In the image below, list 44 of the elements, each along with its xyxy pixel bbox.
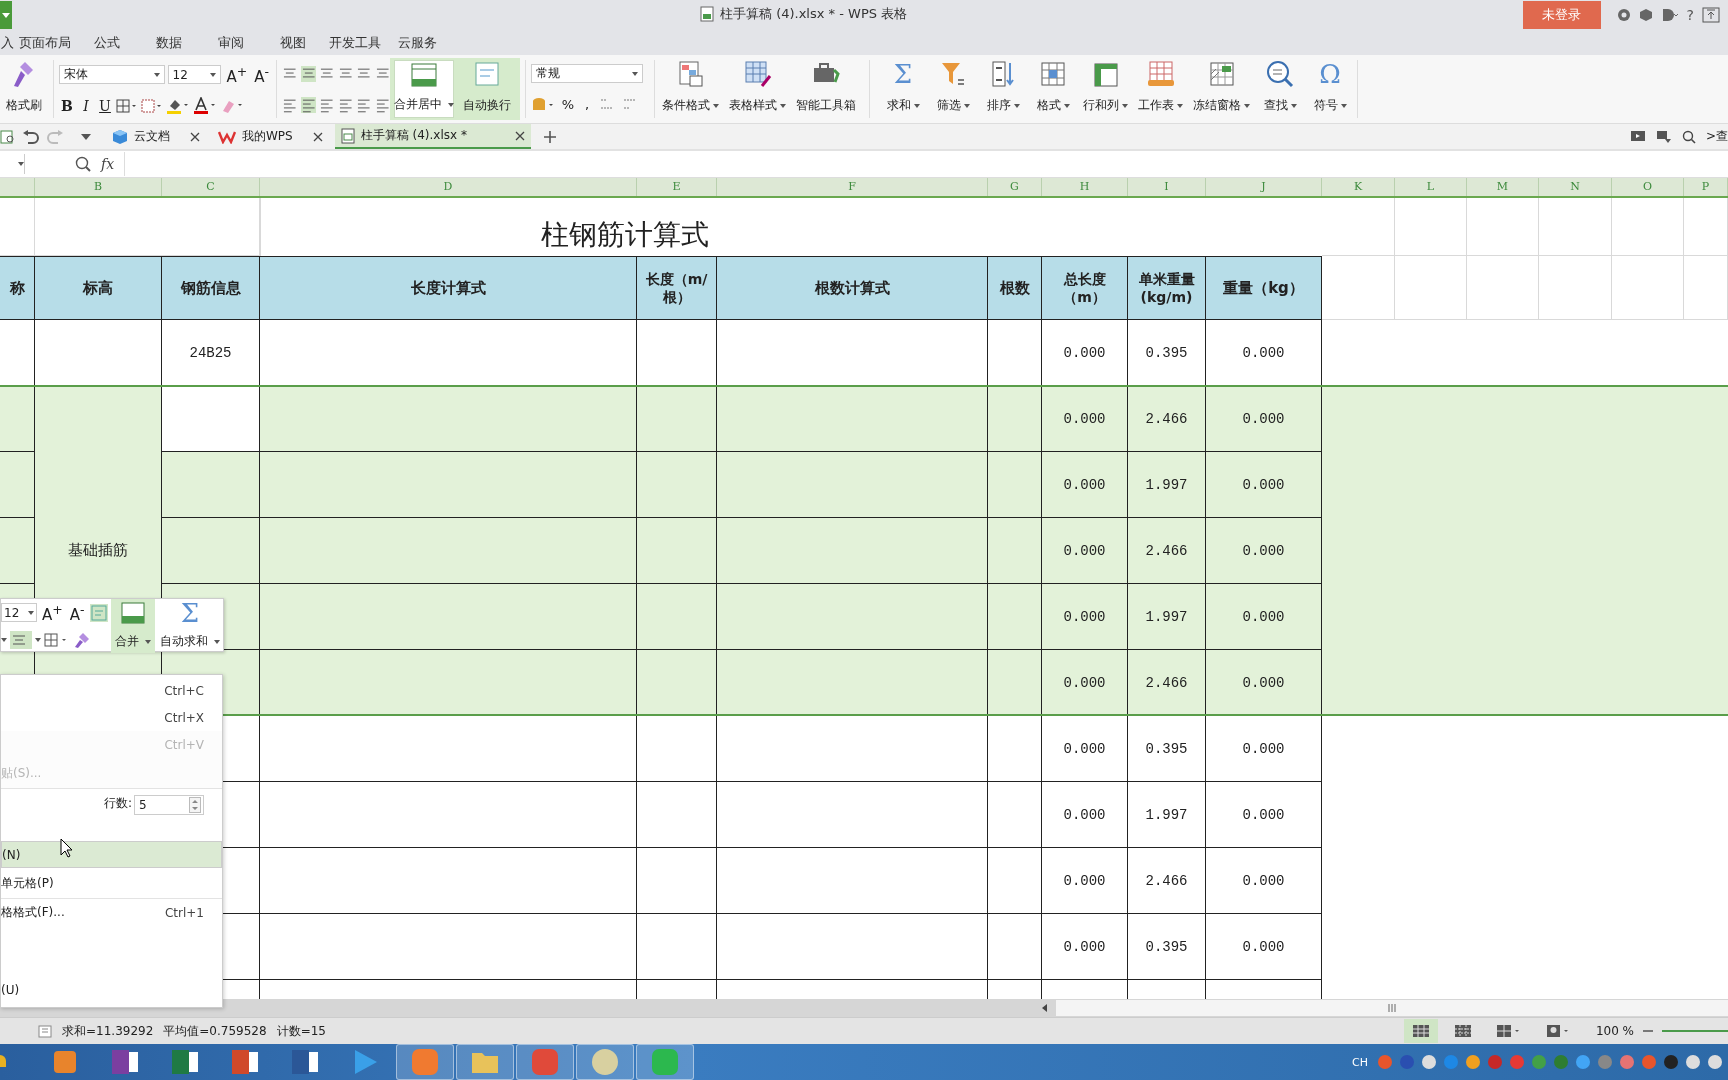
- table-cell: 2.466: [1128, 650, 1206, 716]
- table-cell: 0.000: [1042, 716, 1128, 782]
- table-cell: 2.466: [1128, 848, 1206, 914]
- table-cell: 0.000: [1206, 518, 1322, 584]
- column-heading: 总长度（m）: [1042, 256, 1128, 320]
- status-text: 求和=11.39292: [62, 1022, 154, 1040]
- table-cell: 1.997: [1128, 782, 1206, 848]
- table-cell: 0.000: [1042, 584, 1128, 650]
- table-cell: 0.000: [1206, 848, 1322, 914]
- table-cell: 0.000: [1206, 584, 1322, 650]
- column-heading: 根数: [988, 256, 1042, 320]
- table-cell: 0.000: [1206, 716, 1322, 782]
- table-cell: 0.000: [1206, 914, 1322, 980]
- table-cell: 0.000: [1042, 452, 1128, 518]
- table-cell: 0.000: [1206, 650, 1322, 716]
- column-heading: 根数计算式: [717, 256, 988, 320]
- table-cell: 0.000: [1206, 782, 1322, 848]
- table-cell: 0.000: [1206, 386, 1322, 452]
- table-cell: 0.000: [1042, 914, 1128, 980]
- column-heading: 称: [0, 256, 35, 320]
- table-cell: 0.000: [1042, 650, 1128, 716]
- sheet-title: 柱钢筋计算式: [540, 217, 709, 253]
- table-cell: 1.997: [1128, 452, 1206, 518]
- column-heading: 长度计算式: [260, 256, 637, 320]
- row-count-label: 行数:: [103, 795, 132, 812]
- table-cell: 0.000: [1042, 848, 1128, 914]
- table-cell: 1.997: [1128, 584, 1206, 650]
- column-heading: 标高: [35, 256, 162, 320]
- column-heading: 单米重量(kg/m): [1128, 256, 1206, 320]
- table-cell: 0.000: [1042, 386, 1128, 452]
- zoom-level: 100 %: [1595, 1024, 1634, 1038]
- status-text: 计数=15: [276, 1022, 326, 1040]
- table-cell: 0.000: [1206, 452, 1322, 518]
- table-cell: 0.000: [1042, 518, 1128, 584]
- column-heading: 长度（m/根）: [637, 256, 717, 320]
- column-heading: 钢筋信息: [162, 256, 260, 320]
- status-text: 平均值=0.759528: [163, 1022, 267, 1040]
- table-cell: 0.395: [1128, 914, 1206, 980]
- table-cell: 2.466: [1128, 386, 1206, 452]
- table-cell: 0.000: [1042, 782, 1128, 848]
- table-cell: 2.466: [1128, 518, 1206, 584]
- column-heading: 重量（kg）: [1206, 256, 1322, 320]
- table-cell: 0.395: [1128, 716, 1206, 782]
- window-title: 柱手算稿 (4).xlsx * - WPS 表格: [720, 5, 908, 23]
